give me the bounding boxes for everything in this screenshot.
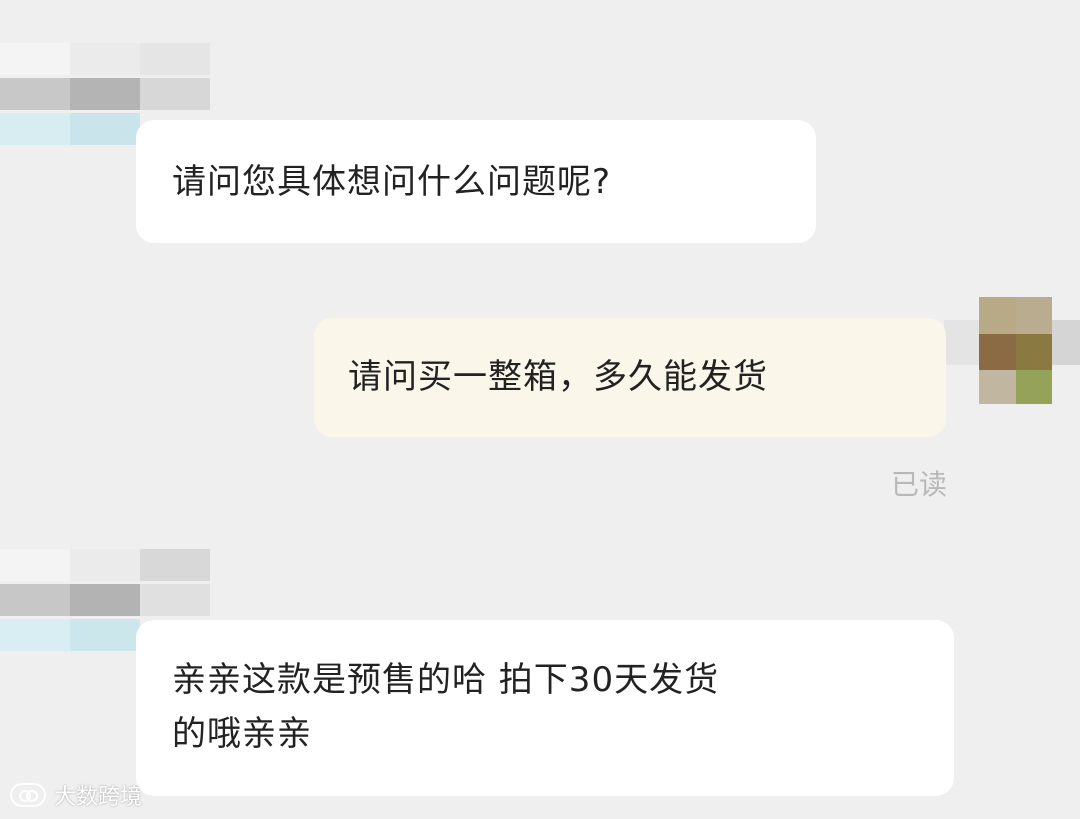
blur-block	[0, 549, 70, 581]
watermark-logo-icon	[10, 783, 46, 807]
incoming-message-bubble-1: 请问您具体想问什么问题呢?	[136, 120, 816, 243]
blur-block	[70, 113, 140, 145]
blur-block	[0, 619, 70, 651]
blur-block	[979, 370, 1016, 404]
blur-block	[0, 113, 70, 145]
blur-block	[70, 43, 140, 75]
read-status: 已读	[890, 468, 947, 501]
blur-block	[140, 78, 210, 110]
blur-block	[140, 584, 210, 616]
blur-block	[1016, 370, 1052, 404]
message-text: 请问您具体想问什么问题呢?	[172, 162, 612, 202]
watermark-text: 大数跨境	[54, 785, 143, 810]
blur-block	[1016, 334, 1052, 370]
blur-block	[140, 549, 210, 581]
blur-block	[70, 549, 140, 581]
blur-block	[70, 584, 140, 616]
blur-block	[0, 78, 70, 110]
message-text: 亲亲这款是预售的哈 拍下30天发货 的哦亲亲	[172, 660, 720, 754]
blur-block	[944, 320, 979, 365]
blur-block	[979, 334, 1016, 370]
blur-block	[0, 584, 70, 616]
blur-block	[979, 297, 1016, 334]
blur-block	[1052, 320, 1080, 365]
blur-block	[70, 619, 140, 651]
message-text: 请问买一整箱，多久能发货	[348, 357, 768, 397]
blur-block	[1016, 297, 1052, 334]
incoming-message-bubble-2: 亲亲这款是预售的哈 拍下30天发货 的哦亲亲	[136, 620, 954, 796]
outgoing-message-bubble: 请问买一整箱，多久能发货	[314, 318, 946, 437]
blur-block	[70, 78, 140, 110]
watermark: 大数跨境	[10, 779, 142, 811]
blur-block	[140, 43, 210, 75]
chat-area: 请问您具体想问什么问题呢? 请问买一整箱，多久能发货 已读 亲亲这款是预售的哈 …	[0, 0, 1080, 819]
blur-block	[0, 43, 70, 75]
